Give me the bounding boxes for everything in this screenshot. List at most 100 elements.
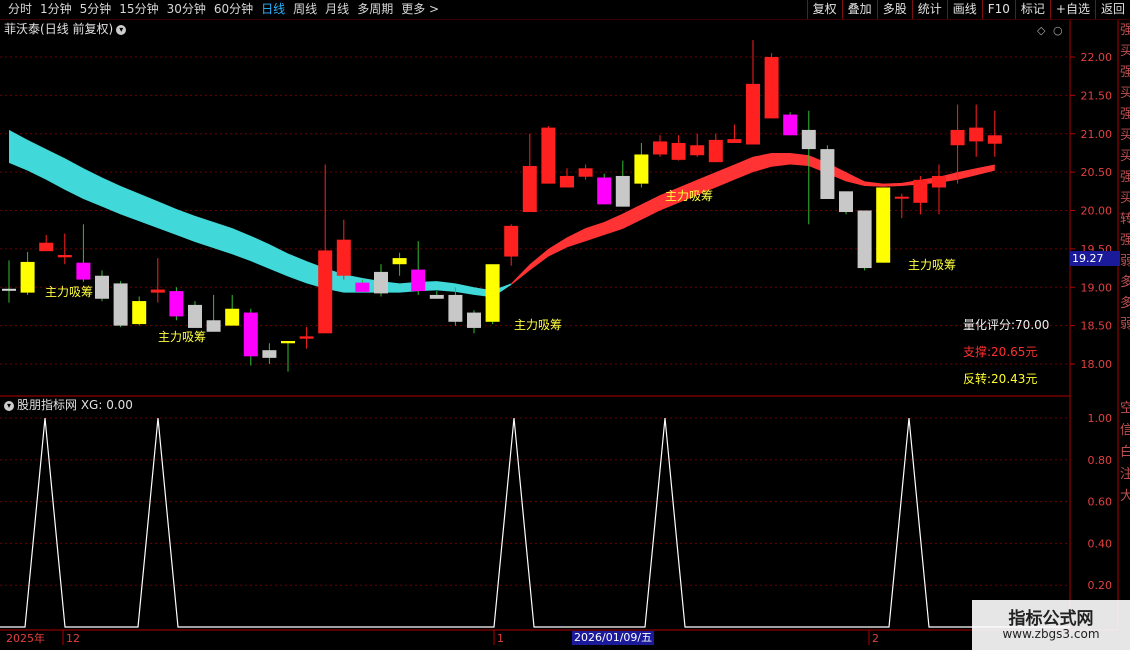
reversal-price: 反转:20.43元 [963, 372, 1038, 386]
accumulation-label: 主力吸筹 [908, 258, 956, 272]
indicator-tick-label: 0.60 [1088, 496, 1113, 509]
side-panel-char: 空 [1120, 401, 1130, 416]
watermark-url: www.zbgs3.com [1002, 627, 1100, 641]
indicator-tick-label: 0.80 [1088, 454, 1113, 467]
xg-signal-line [0, 417, 1070, 628]
side-panel-char: 白 [1120, 444, 1130, 460]
price-tick-label: 22.00 [1081, 51, 1113, 64]
candle-body [615, 175, 630, 207]
indicator-title-text: 股朋指标网 XG: 0.00 [17, 398, 133, 412]
indicator-tick-label: 1.00 [1088, 412, 1113, 425]
candle-body [820, 149, 835, 199]
candle-body [653, 141, 667, 155]
current-price-tag: 19.27 [1070, 251, 1120, 266]
candle-body [560, 175, 574, 188]
quant-score: 量化评分:70.00 [963, 318, 1050, 332]
side-panel-char: 买 [1120, 191, 1130, 206]
candle-body [225, 308, 240, 326]
price-tick-label: 21.50 [1081, 89, 1113, 102]
candle-body [448, 294, 463, 322]
candle-body [150, 289, 165, 293]
watermark-title: 指标公式网 [1008, 609, 1094, 629]
side-panel-char: 买 [1120, 128, 1130, 143]
candle-body [39, 242, 54, 252]
diamond-icon: ◇ [1037, 24, 1046, 37]
candle-body [2, 288, 16, 291]
side-panel-char: 弱 [1120, 317, 1130, 332]
candle-body [76, 262, 91, 280]
price-tick-label: 18.50 [1081, 320, 1113, 333]
candle-body [243, 312, 258, 357]
candle-body [132, 301, 147, 325]
price-tick-label: 18.00 [1081, 358, 1113, 371]
candle-body [932, 175, 946, 188]
side-panel-char: 多 [1120, 295, 1130, 311]
indicator-tick-label: 0.40 [1088, 537, 1113, 550]
candle-body [206, 320, 221, 332]
side-panel-char: 信 [1120, 423, 1130, 438]
side-panel-char: 买 [1120, 44, 1130, 59]
accumulation-label: 主力吸筹 [514, 318, 562, 332]
side-panel-char: 弱 [1120, 254, 1130, 269]
side-panel-char: 强 [1120, 107, 1130, 122]
candle-body [839, 191, 853, 213]
candle-body [522, 165, 537, 213]
price-tick-label: 19.00 [1081, 281, 1113, 294]
side-panel-char: 买 [1120, 149, 1130, 164]
indicator-title: ▾ 股朋指标网 XG: 0.00 [4, 398, 133, 412]
support-price: 支撑:20.65元 [963, 345, 1038, 359]
candle-body [113, 283, 128, 326]
candle-body [876, 187, 891, 263]
side-panel-char: 注 [1120, 467, 1130, 482]
side-panel-char: 买 [1120, 86, 1130, 101]
kline-chart[interactable]: 22.0021.5021.0020.5020.0019.5019.0018.50… [0, 0, 1130, 650]
candle-body [541, 127, 556, 184]
candle-body [355, 282, 370, 292]
date-year-label: 2025年 [6, 631, 45, 645]
candle-body [467, 312, 481, 328]
candle-body [336, 239, 351, 276]
candle-body [746, 83, 760, 145]
candle-body [262, 350, 277, 358]
candle-body [987, 135, 1002, 144]
date-tick-label: 12 [66, 632, 80, 645]
candle-body [188, 304, 202, 328]
candle-body [95, 275, 109, 299]
price-tick-label: 21.00 [1081, 128, 1113, 141]
accumulation-label: 主力吸筹 [158, 330, 206, 344]
side-panel-char: 转 [1120, 212, 1130, 227]
candle-body [783, 114, 798, 136]
candle-body [857, 210, 872, 269]
candle-body [950, 129, 965, 146]
candle-body [801, 129, 816, 150]
candle-body [634, 154, 649, 184]
indicator-tick-label: 0.20 [1088, 579, 1113, 592]
chevron-down-icon[interactable]: ▾ [4, 400, 14, 411]
side-panel-char: 强 [1120, 170, 1130, 185]
candle-body [690, 145, 705, 156]
candle-body [894, 196, 909, 199]
candle-body [969, 127, 984, 142]
selected-date: 2026/01/09/五 [572, 631, 655, 645]
candle-body [169, 291, 184, 317]
candle-body [374, 271, 388, 294]
candle-body [597, 177, 612, 205]
accumulation-label: 主力吸筹 [665, 189, 713, 203]
candle-body [485, 264, 500, 322]
candle-body [578, 168, 593, 177]
candle-body [504, 225, 519, 257]
date-tick-label: 2 [872, 632, 879, 645]
date-tick-label: 1 [497, 632, 504, 645]
side-panel-char: 大 [1120, 489, 1130, 504]
candle-body [429, 294, 444, 299]
price-tick-label: 20.00 [1081, 205, 1113, 218]
accumulation-label: 主力吸筹 [45, 285, 93, 299]
candle-body [318, 250, 333, 334]
side-panel-char: 多 [1120, 274, 1130, 290]
price-tick-label: 20.50 [1081, 166, 1113, 179]
candle-body [764, 57, 779, 119]
circle-icon: ○ [1053, 24, 1063, 37]
candle-body [299, 336, 314, 339]
candle-body [392, 258, 407, 265]
side-panel-char: 强 [1120, 65, 1130, 80]
